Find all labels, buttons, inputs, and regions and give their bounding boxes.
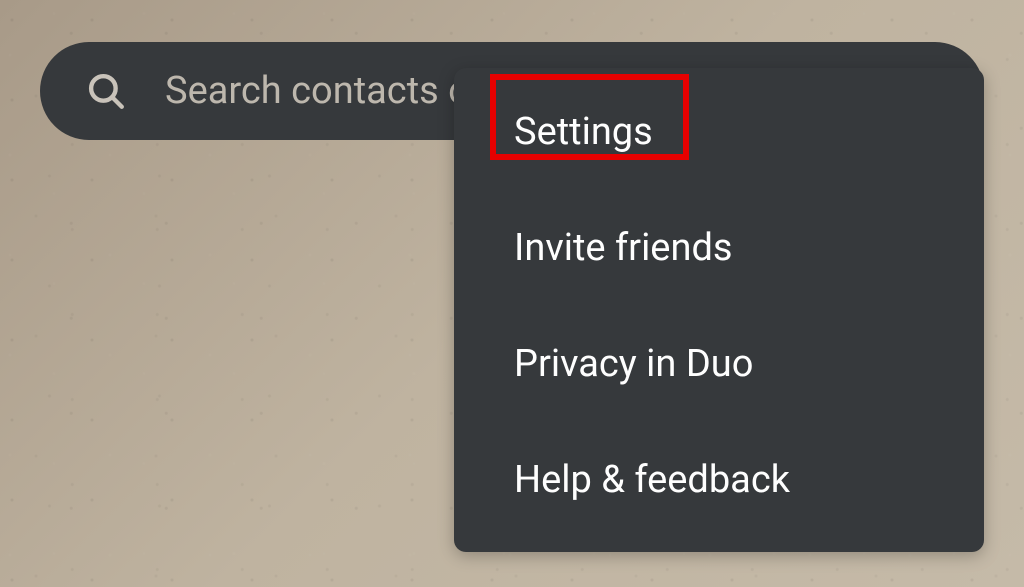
search-icon xyxy=(85,70,127,112)
menu-item-invite-friends[interactable]: Invite friends xyxy=(454,190,984,306)
menu-item-label: Privacy in Duo xyxy=(514,342,753,386)
menu-item-label: Settings xyxy=(514,110,653,154)
overflow-menu: Settings Invite friends Privacy in Duo H… xyxy=(454,68,984,552)
menu-item-label: Invite friends xyxy=(514,226,732,270)
menu-item-label: Help & feedback xyxy=(514,458,790,502)
menu-item-help-feedback[interactable]: Help & feedback xyxy=(454,422,984,538)
menu-item-settings[interactable]: Settings xyxy=(454,74,984,190)
menu-item-privacy[interactable]: Privacy in Duo xyxy=(454,306,984,422)
